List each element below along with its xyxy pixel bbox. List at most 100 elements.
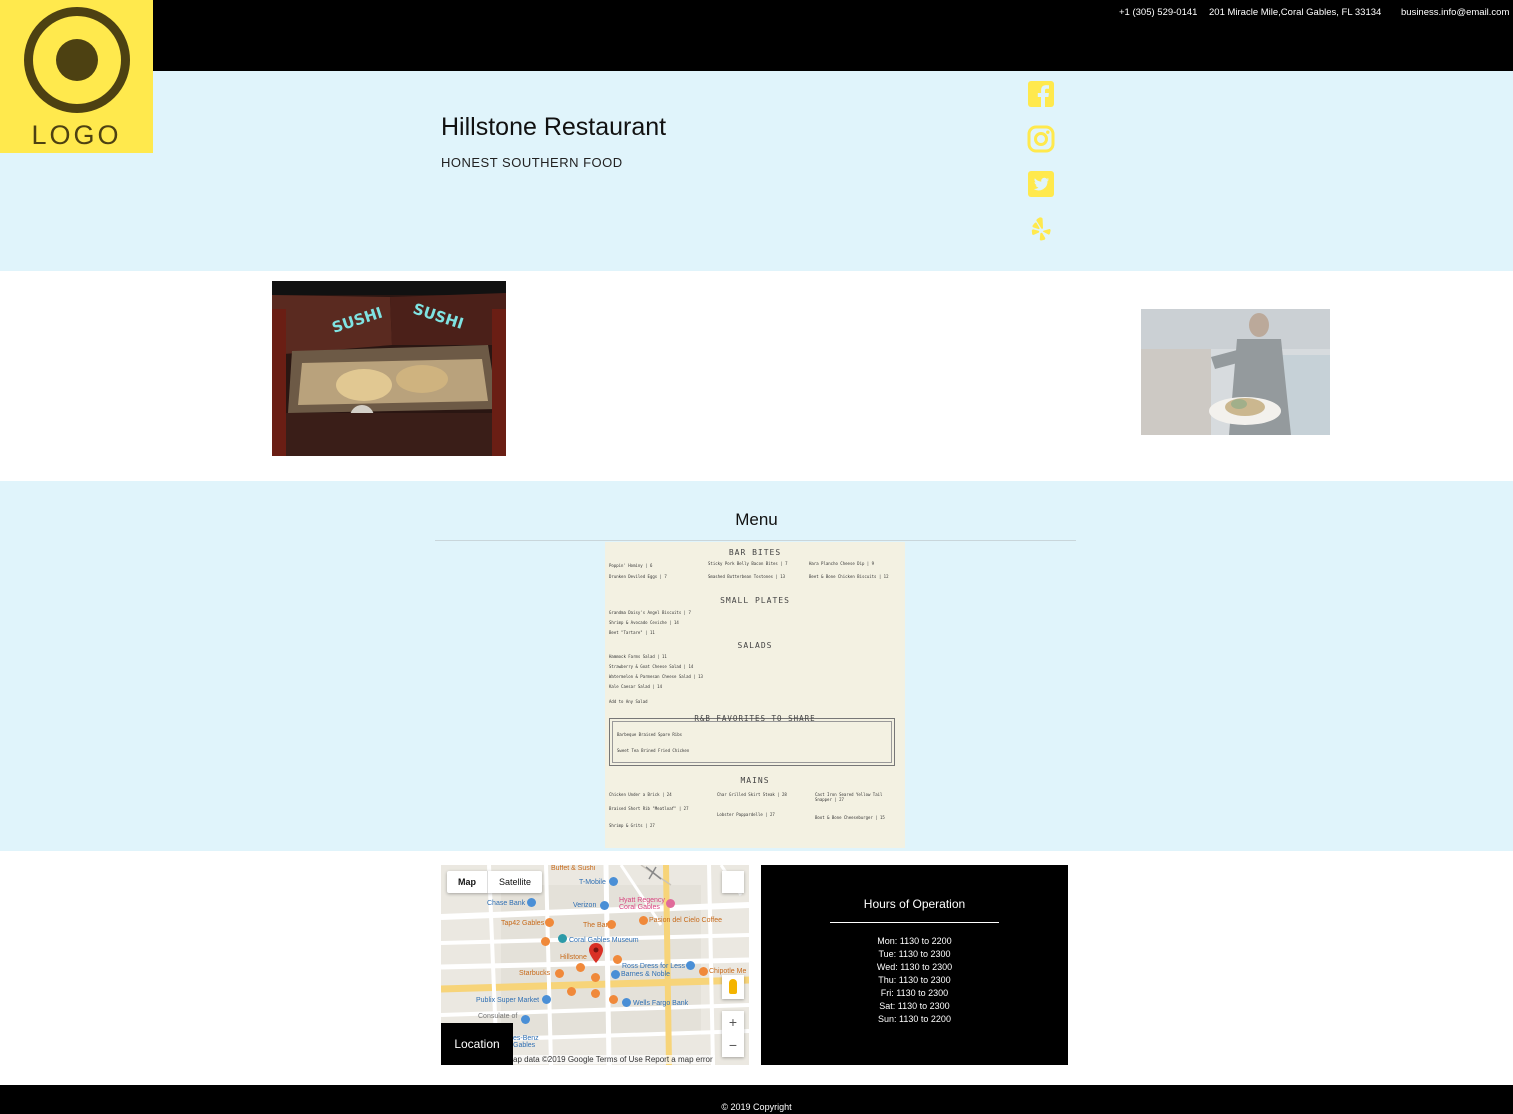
map-zoom-control: + − [722,1011,744,1057]
map-poi-icon[interactable] [576,963,585,972]
menu-item: Kale Caesar Salad | 14 [609,684,662,689]
map-fullscreen-button[interactable] [722,871,744,893]
museum-icon[interactable] [558,934,567,943]
menu-item: Lobster Pappardelle | 27 [717,812,775,817]
hours-row: Thu: 1130 to 2300 [878,975,951,985]
street-view-pegman-icon[interactable] [722,975,744,999]
hours-title: Hours of Operation [863,897,966,911]
server-with-plate-photo[interactable] [1141,309,1330,435]
menu-heading: Menu [735,510,778,529]
map-poi-icon[interactable] [609,877,618,886]
menu-favorites-inner-frame [612,721,892,763]
contact-email[interactable]: business.info@email.com [1401,7,1509,18]
hours-list: Mon: 1130 to 2200 Tue: 1130 to 2300 Wed:… [761,935,1068,1026]
menu-section-title: BAR BITES [728,548,782,557]
hero-banner: Hillstone Restaurant HONEST SOUTHERN FOO… [0,71,1513,271]
map-poi-icon[interactable] [541,937,550,946]
map-poi-icon[interactable] [609,995,618,1004]
menu-item: Chicken Under a Brick | 24 [609,792,672,797]
menu-item: Grandma Daisy's Angel Biscuits | 7 [609,610,691,615]
location-map[interactable]: Map Satellite Buffet & Sushi T-Mobile Ch… [441,865,749,1065]
map-tab-map[interactable]: Map [447,871,487,893]
menu-item: Boot & Bone Cheeseburger | 15 [815,815,885,820]
map-label[interactable]: Coral Gables Museum [569,937,639,944]
hours-divider [830,922,999,923]
map-poi-icon[interactable] [699,967,708,976]
contact-phone[interactable]: +1 (305) 529-0141 [1119,7,1197,18]
map-label[interactable]: Buffet & Sushi [551,865,595,872]
copyright-text: © 2019 Copyright [721,1102,792,1112]
map-poi-icon[interactable] [555,969,564,978]
map-tab-satellite[interactable]: Satellite [488,871,542,893]
map-label[interactable]: Tap42 Gables [501,920,544,927]
map-label[interactable]: Wells Fargo Bank [633,1000,688,1007]
hours-row: Sun: 1130 to 2200 [878,1014,951,1024]
map-poi-icon[interactable] [521,1015,530,1024]
map-label[interactable]: Ross Dress for Less [622,963,685,970]
menu-item: Beet "Tartare" | 11 [609,630,655,635]
map-poi-icon[interactable] [567,987,576,996]
menu-item: Hammock Farms Salad | 11 [609,654,667,659]
location-label: Location [441,1023,513,1065]
map-poi-icon[interactable] [613,955,622,964]
menu-item: Sweet Tea Brined Fried Chicken [617,748,690,753]
contact-address[interactable]: 201 Miracle Mile,Coral Gables, FL 33134 [1209,7,1381,18]
restaurant-tagline: HONEST SOUTHERN FOOD [441,155,623,170]
menu-section-title: R&B FAVORITES TO SHARE [694,714,816,723]
map-poi-icon[interactable] [545,918,554,927]
map-poi-icon[interactable] [622,998,631,1007]
map-label[interactable]: Publix Super Market [476,997,539,1004]
map-label[interactable]: es-Benz Gables [513,1035,543,1049]
location-pin-icon[interactable] [589,943,603,963]
map-poi-icon[interactable] [607,920,616,929]
map-poi-icon[interactable] [527,898,536,907]
photo-gallery: SUSHI SUSHI [0,271,1513,481]
menu-item: Cast Iron Seared Yellow Tail Snapper | 2… [815,792,883,802]
map-poi-icon[interactable] [639,916,648,925]
restaurant-title: Hillstone Restaurant [441,113,667,141]
instagram-icon[interactable] [1026,124,1056,154]
hours-of-operation-panel: Hours of Operation Mon: 1130 to 2200 Tue… [761,865,1068,1065]
twitter-icon[interactable] [1026,169,1056,199]
menu-item: Barbeque Braised Spare Ribs [617,732,683,737]
menu-section-title: SALADS [737,641,773,650]
map-poi-icon[interactable] [686,961,695,970]
map-poi-icon[interactable] [542,995,551,1004]
menu-item: Watermelon & Parmesan Cheese Salad | 13 [609,674,703,679]
map-poi-icon[interactable] [591,989,600,998]
map-label[interactable]: The Bar [583,922,608,929]
map-label[interactable]: T-Mobile [579,879,606,886]
zoom-in-button[interactable]: + [722,1011,744,1034]
map-label[interactable]: Consulate of [478,1013,517,1020]
hours-row: Tue: 1130 to 2300 [878,949,951,959]
map-attribution[interactable]: ap data ©2019 Google Terms of Use Report… [511,1055,715,1064]
map-poi-icon[interactable] [611,970,620,979]
map-label[interactable]: Chipotle Me [709,968,746,975]
hours-row: Mon: 1130 to 2200 [877,936,952,946]
top-contact-bar: +1 (305) 529-0141 201 Miracle Mile,Coral… [0,0,1513,71]
map-label[interactable]: Verizon [573,902,596,909]
map-poi-icon[interactable] [591,973,600,982]
map-label[interactable]: Pasion del Cielo Coffee [649,917,722,924]
zoom-out-button[interactable]: − [722,1034,744,1057]
menu-section-title: MAINS [740,776,770,785]
map-label[interactable]: Hillstone [560,954,587,961]
sushi-bar-photo[interactable]: SUSHI SUSHI [272,281,506,456]
menu-item: Strawberry & Goat Cheese Salad | 14 [609,664,694,669]
map-label[interactable]: Barnes & Noble [621,971,670,978]
map-poi-icon[interactable] [600,901,609,910]
menu-section-title: SMALL PLATES [720,596,790,605]
menu-card-image[interactable]: BAR BITES Poppin' Hominy | 6 Sticky Pork… [605,542,905,848]
site-logo[interactable]: LOGO [0,0,153,153]
hours-row: Wed: 1130 to 2300 [876,962,953,972]
map-label[interactable]: Chase Bank [487,900,525,907]
yelp-icon[interactable] [1026,214,1056,244]
hours-row: Fri: 1130 to 2300 [880,988,949,998]
menu-item: Poppin' Hominy | 6 [609,563,653,568]
menu-item: Hara Plancho Cheese Dip | 9 [809,561,875,566]
map-label[interactable]: Starbucks [519,970,550,977]
menu-item: Char Grilled Skirt Steak | 28 [717,792,787,797]
map-poi-icon[interactable] [666,899,675,908]
facebook-icon[interactable] [1026,79,1056,109]
menu-item: Add to Any Salad [609,699,648,704]
